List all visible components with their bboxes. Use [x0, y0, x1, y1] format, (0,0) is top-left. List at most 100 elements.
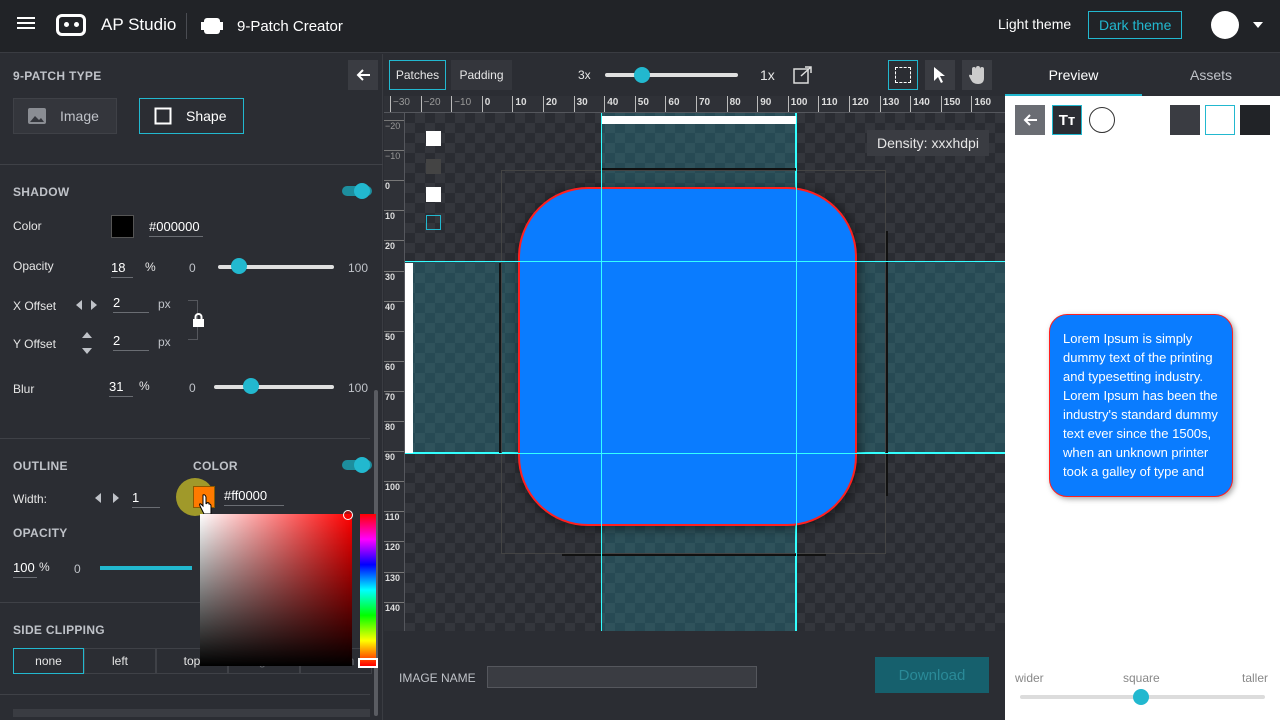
hand-icon	[969, 66, 984, 84]
type-shape-button[interactable]: Shape	[139, 98, 244, 134]
tab-preview[interactable]: Preview	[1005, 54, 1142, 96]
hue-slider[interactable]	[360, 514, 376, 666]
top-bar: AP Studio 9-Patch Creator Light theme Da…	[0, 0, 1280, 53]
ruler-label: 70	[699, 97, 711, 108]
shadow-toggle[interactable]	[342, 183, 372, 199]
decrement-icon[interactable]	[76, 300, 82, 310]
tab-preview-label: Preview	[1048, 67, 1099, 83]
color-picker-popup[interactable]	[200, 510, 378, 668]
clip-none-button[interactable]: none	[13, 648, 84, 674]
ruler-label: 50	[385, 331, 396, 342]
ruler-label: 140	[913, 97, 930, 108]
shadow-opacity-thumb[interactable]	[230, 258, 247, 274]
blur-thumb[interactable]	[243, 378, 260, 394]
outline-toggle[interactable]	[342, 457, 372, 473]
increment-icon[interactable]	[113, 493, 119, 503]
zoom-slider[interactable]	[605, 73, 738, 77]
download-button[interactable]: Download	[875, 657, 989, 693]
shadow-color-label: Color	[13, 219, 42, 233]
aspect-square-label: square	[1123, 671, 1160, 685]
hue-thumb[interactable]	[358, 658, 378, 668]
decrement-icon[interactable]	[82, 348, 92, 354]
ruler-tick	[910, 96, 912, 112]
tab-assets[interactable]: Assets	[1142, 54, 1280, 96]
outline-opacity-input[interactable]: 100	[13, 560, 37, 578]
light-theme-button[interactable]: Light theme	[998, 16, 1071, 32]
chevron-down-icon[interactable]	[1253, 22, 1263, 28]
tool-name: 9-Patch Creator	[237, 18, 343, 35]
picker-cursor[interactable]	[343, 510, 353, 520]
decrement-icon[interactable]	[95, 493, 101, 503]
tab-assets-label: Assets	[1189, 67, 1232, 83]
aspect-thumb[interactable]	[1133, 689, 1149, 705]
zoom-thumb[interactable]	[634, 67, 650, 83]
saturation-value-area[interactable]	[200, 514, 352, 666]
y-offset-input[interactable]: 2	[113, 333, 149, 351]
bg-dark-checker-swatch[interactable]	[1170, 105, 1200, 135]
shadow-color-input[interactable]: #000000	[149, 219, 203, 237]
ruler-tick	[787, 96, 789, 112]
patch-canvas[interactable]: Density: xxxhdpi	[405, 113, 1005, 631]
arrow-left-icon	[1023, 114, 1037, 126]
type-image-button[interactable]: Image	[13, 98, 117, 134]
side-clipping-title: SIDE CLIPPING	[13, 623, 105, 637]
ruler-label: −10	[385, 151, 401, 162]
menu-icon[interactable]	[17, 14, 35, 32]
legend-padding-swatch	[426, 159, 441, 174]
text-format-icon[interactable]: Tт	[1052, 105, 1082, 135]
toggle-thumb	[354, 457, 370, 473]
ruler-label: 100	[385, 482, 401, 493]
collapse-button[interactable]	[348, 60, 378, 90]
zoom-max-label: 1x	[760, 67, 775, 83]
external-window-icon[interactable]	[793, 66, 813, 84]
horizontal-scroll-bar[interactable]	[13, 709, 370, 717]
blur-input[interactable]: 31	[109, 379, 133, 397]
ruler-tick	[512, 96, 514, 112]
left-patch-marker[interactable]	[405, 263, 413, 453]
outline-width-input[interactable]: 1	[132, 490, 160, 508]
px-unit: px	[158, 335, 171, 349]
increment-icon[interactable]	[82, 332, 92, 338]
slider-max: 100	[348, 381, 369, 395]
bg-white-swatch[interactable]	[1205, 105, 1235, 135]
aspect-wider-label: wider	[1015, 671, 1044, 685]
legend-content-swatch	[426, 187, 441, 202]
ruler-tick	[849, 96, 850, 112]
x-offset-input[interactable]: 2	[113, 295, 149, 313]
guide-line	[405, 261, 1005, 262]
divider	[0, 602, 200, 603]
circle-toggle-icon[interactable]	[1089, 107, 1115, 133]
increment-icon[interactable]	[91, 300, 97, 310]
pointer-tool-button[interactable]	[925, 60, 955, 90]
top-patch-marker[interactable]	[601, 116, 796, 124]
clip-left-button[interactable]: left	[84, 648, 156, 674]
back-button[interactable]	[1015, 105, 1045, 135]
patches-tab[interactable]: Patches	[389, 60, 446, 90]
ruler-tick	[634, 96, 636, 112]
avatar[interactable]	[1211, 11, 1239, 39]
bg-black-swatch[interactable]	[1240, 105, 1270, 135]
dark-theme-button[interactable]: Dark theme	[1088, 11, 1183, 39]
divider	[0, 694, 370, 695]
guide-line	[601, 113, 602, 631]
export-bar: IMAGE NAME Download	[384, 631, 1005, 720]
shadow-color-swatch[interactable]	[111, 215, 134, 238]
image-name-input[interactable]	[487, 666, 757, 688]
select-area-button[interactable]	[888, 60, 918, 90]
image-name-label: IMAGE NAME	[399, 671, 476, 685]
cursor-arrow-icon	[934, 67, 945, 83]
preview-panel: Tт Lorem Ipsum is simply dummy text of t…	[1005, 54, 1280, 720]
lock-icon[interactable]	[192, 313, 205, 328]
ap-studio-logo-icon	[56, 14, 86, 36]
active-tab-indicator	[1005, 94, 1142, 96]
toggle-thumb	[354, 183, 370, 199]
padding-tab[interactable]: Padding	[451, 60, 512, 90]
pan-tool-button[interactable]	[962, 60, 992, 90]
outline-color-input[interactable]: #ff0000	[224, 488, 284, 506]
ruler-label: 20	[385, 241, 396, 252]
ruler-label: 80	[729, 97, 741, 108]
ruler-label: 130	[385, 572, 401, 583]
outline-opacity-slider[interactable]	[100, 566, 192, 570]
blur-slider[interactable]	[214, 385, 334, 389]
shadow-opacity-input[interactable]: 18	[111, 260, 133, 278]
